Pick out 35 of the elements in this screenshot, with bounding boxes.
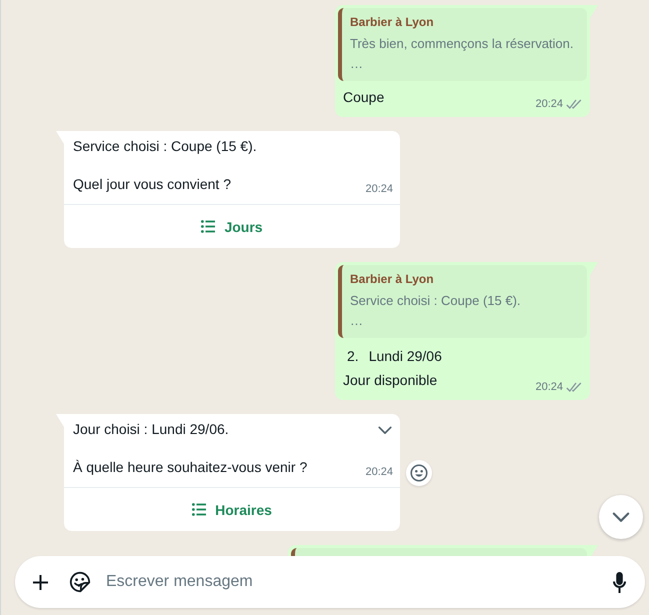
chevron-down-icon[interactable] bbox=[378, 426, 392, 435]
composer-bar[interactable]: Escrever mensagem bbox=[15, 556, 645, 608]
chevron-down-icon bbox=[612, 512, 630, 522]
message-time: 20:24 bbox=[535, 380, 563, 395]
message-time: 20:24 bbox=[365, 182, 393, 197]
smiley-icon bbox=[410, 464, 428, 482]
quote-text: Très bien, commençons la réservation. bbox=[350, 35, 574, 53]
quote-author: Barbier à Lyon bbox=[350, 271, 434, 288]
quote-author: Barbier à Lyon bbox=[350, 14, 434, 31]
message-text: Jour disponible bbox=[343, 371, 438, 390]
message-time: 20:24 bbox=[535, 97, 563, 112]
list-button[interactable]: Horaires bbox=[64, 488, 400, 531]
message-text: Quel jour vous convient ? bbox=[73, 175, 231, 194]
list-icon bbox=[201, 220, 216, 233]
list-icon bbox=[192, 503, 206, 516]
quoted-message[interactable]: Barbier à Lyon Très bien, commençons la réservation. … bbox=[338, 8, 587, 81]
quote-text: … bbox=[350, 55, 363, 73]
sticker-button[interactable] bbox=[68, 570, 92, 594]
scroll-down-button[interactable] bbox=[599, 495, 643, 539]
sticker-icon bbox=[69, 571, 91, 593]
quoted-message[interactable]: Barbier à Lyon Service choisi : Coupe (15 €). … bbox=[338, 265, 587, 338]
plus-icon bbox=[32, 574, 48, 590]
list-number: 2. bbox=[347, 347, 359, 366]
message-text: Coupe bbox=[343, 88, 384, 107]
message-text: Lundi 29/06 bbox=[368, 347, 442, 366]
message-text: À quelle heure souhaitez-vous venir ? bbox=[73, 458, 308, 477]
message-text: Jour choisi : Lundi 29/06. bbox=[73, 421, 229, 437]
message-input[interactable]: Escrever mensagem bbox=[106, 570, 607, 594]
quote-text: … bbox=[350, 312, 363, 330]
message-text: Service choisi : Coupe (15 €). bbox=[73, 138, 257, 154]
message-time: 20:24 bbox=[365, 465, 393, 480]
microphone-icon bbox=[612, 572, 626, 592]
list-button[interactable]: Jours bbox=[64, 205, 400, 248]
reaction-button[interactable] bbox=[406, 460, 432, 486]
quote-text: Service choisi : Coupe (15 €). bbox=[350, 292, 521, 310]
